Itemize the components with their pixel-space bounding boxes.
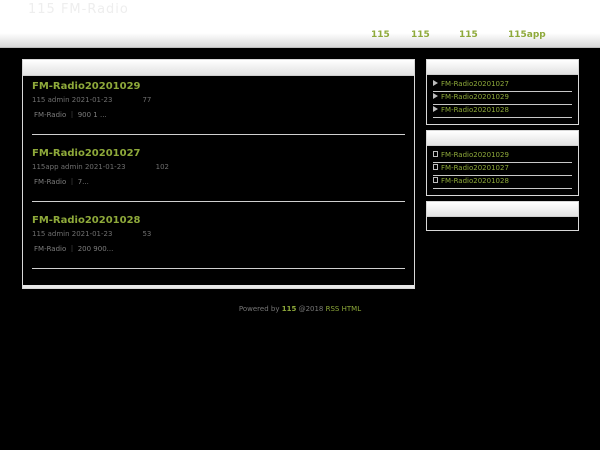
widget-header — [427, 60, 578, 75]
html-sitemap-link[interactable]: HTML — [342, 305, 361, 313]
post-date: 2021-01-23 — [84, 163, 126, 171]
widget-header — [427, 131, 578, 146]
recent-posts-widget: FM-Radio20201027 FM-Radio20201029 FM-Rad… — [426, 59, 579, 125]
post-date: 2021-01-23 — [71, 230, 113, 238]
post-title-link[interactable]: FM-Radio20201028 — [32, 215, 405, 226]
popular-posts-list: FM-Radio20201029 FM-Radio20201027 FM-Rad… — [427, 146, 578, 189]
post-item: FM-Radio20201028 115 admin 2021-01-23 53 … — [32, 215, 405, 254]
post-list-panel: FM-Radio20201029 115 admin 2021-01-23 77 … — [22, 59, 415, 289]
post-view-count: 77 — [142, 96, 152, 104]
post-divider — [32, 201, 405, 202]
widget-header — [427, 202, 578, 217]
post-view-count: 102 — [155, 163, 169, 171]
square-bullet-icon — [433, 164, 438, 170]
square-bullet-icon — [433, 151, 438, 157]
popular-post-link[interactable]: FM-Radio20201029 — [433, 150, 572, 163]
post-list-header — [23, 60, 414, 76]
post-date: 2021-01-23 — [71, 96, 113, 104]
post-title-link[interactable]: FM-Radio20201029 — [32, 81, 405, 92]
popular-post-link[interactable]: FM-Radio20201028 — [433, 176, 572, 189]
top-header: 115 FM-Radio 115 115 115 115app — [0, 0, 600, 48]
popular-post-link[interactable]: FM-Radio20201027 — [433, 163, 572, 176]
post-excerpt: FM-Radio ｜ 200 900... — [34, 245, 114, 253]
post-author: 115app admin — [32, 163, 83, 171]
nav-item-3[interactable]: 115 — [459, 30, 478, 40]
recent-post-link[interactable]: FM-Radio20201029 — [433, 92, 572, 105]
triangle-bullet-icon — [433, 80, 438, 86]
post-item: FM-Radio20201027 115app admin 2021-01-23… — [32, 148, 405, 187]
square-bullet-icon — [433, 177, 438, 183]
post-title-link[interactable]: FM-Radio20201027 — [32, 148, 405, 159]
post-divider — [32, 134, 405, 135]
post-meta: 115 admin 2021-01-23 53 — [32, 230, 405, 238]
recent-post-link[interactable]: FM-Radio20201027 — [433, 79, 572, 92]
rss-link[interactable]: RSS — [326, 305, 340, 313]
recent-post-link[interactable]: FM-Radio20201028 — [433, 105, 572, 118]
nav-item-1[interactable]: 115 — [371, 30, 390, 40]
post-meta: 115app admin 2021-01-23 102 — [32, 163, 405, 171]
footer-brand-link[interactable]: 115 — [282, 305, 297, 313]
triangle-bullet-icon — [433, 93, 438, 99]
post-meta: 115 admin 2021-01-23 77 — [32, 96, 405, 104]
post-author: 115 admin — [32, 230, 70, 238]
empty-widget — [426, 201, 579, 231]
post-item: FM-Radio20201029 115 admin 2021-01-23 77 … — [32, 81, 405, 120]
site-footer: Powered by 115 @2018 RSS HTML — [0, 305, 600, 313]
recent-posts-list: FM-Radio20201027 FM-Radio20201029 FM-Rad… — [427, 75, 578, 118]
post-excerpt: FM-Radio ｜ 7... — [34, 178, 89, 186]
popular-posts-widget: FM-Radio20201029 FM-Radio20201027 FM-Rad… — [426, 130, 579, 196]
post-excerpt: FM-Radio ｜ 900 1 ... — [34, 111, 107, 119]
post-author: 115 admin — [32, 96, 70, 104]
nav-item-app[interactable]: 115app — [508, 30, 546, 40]
post-list-footer — [23, 285, 414, 288]
nav-item-2[interactable]: 115 — [411, 30, 430, 40]
site-logo[interactable]: 115 FM-Radio — [28, 2, 129, 17]
post-divider — [32, 268, 405, 269]
post-view-count: 53 — [142, 230, 152, 238]
copyright-text: @2018 — [298, 305, 324, 313]
triangle-bullet-icon — [433, 106, 438, 112]
powered-by-text: Powered by — [238, 305, 280, 313]
